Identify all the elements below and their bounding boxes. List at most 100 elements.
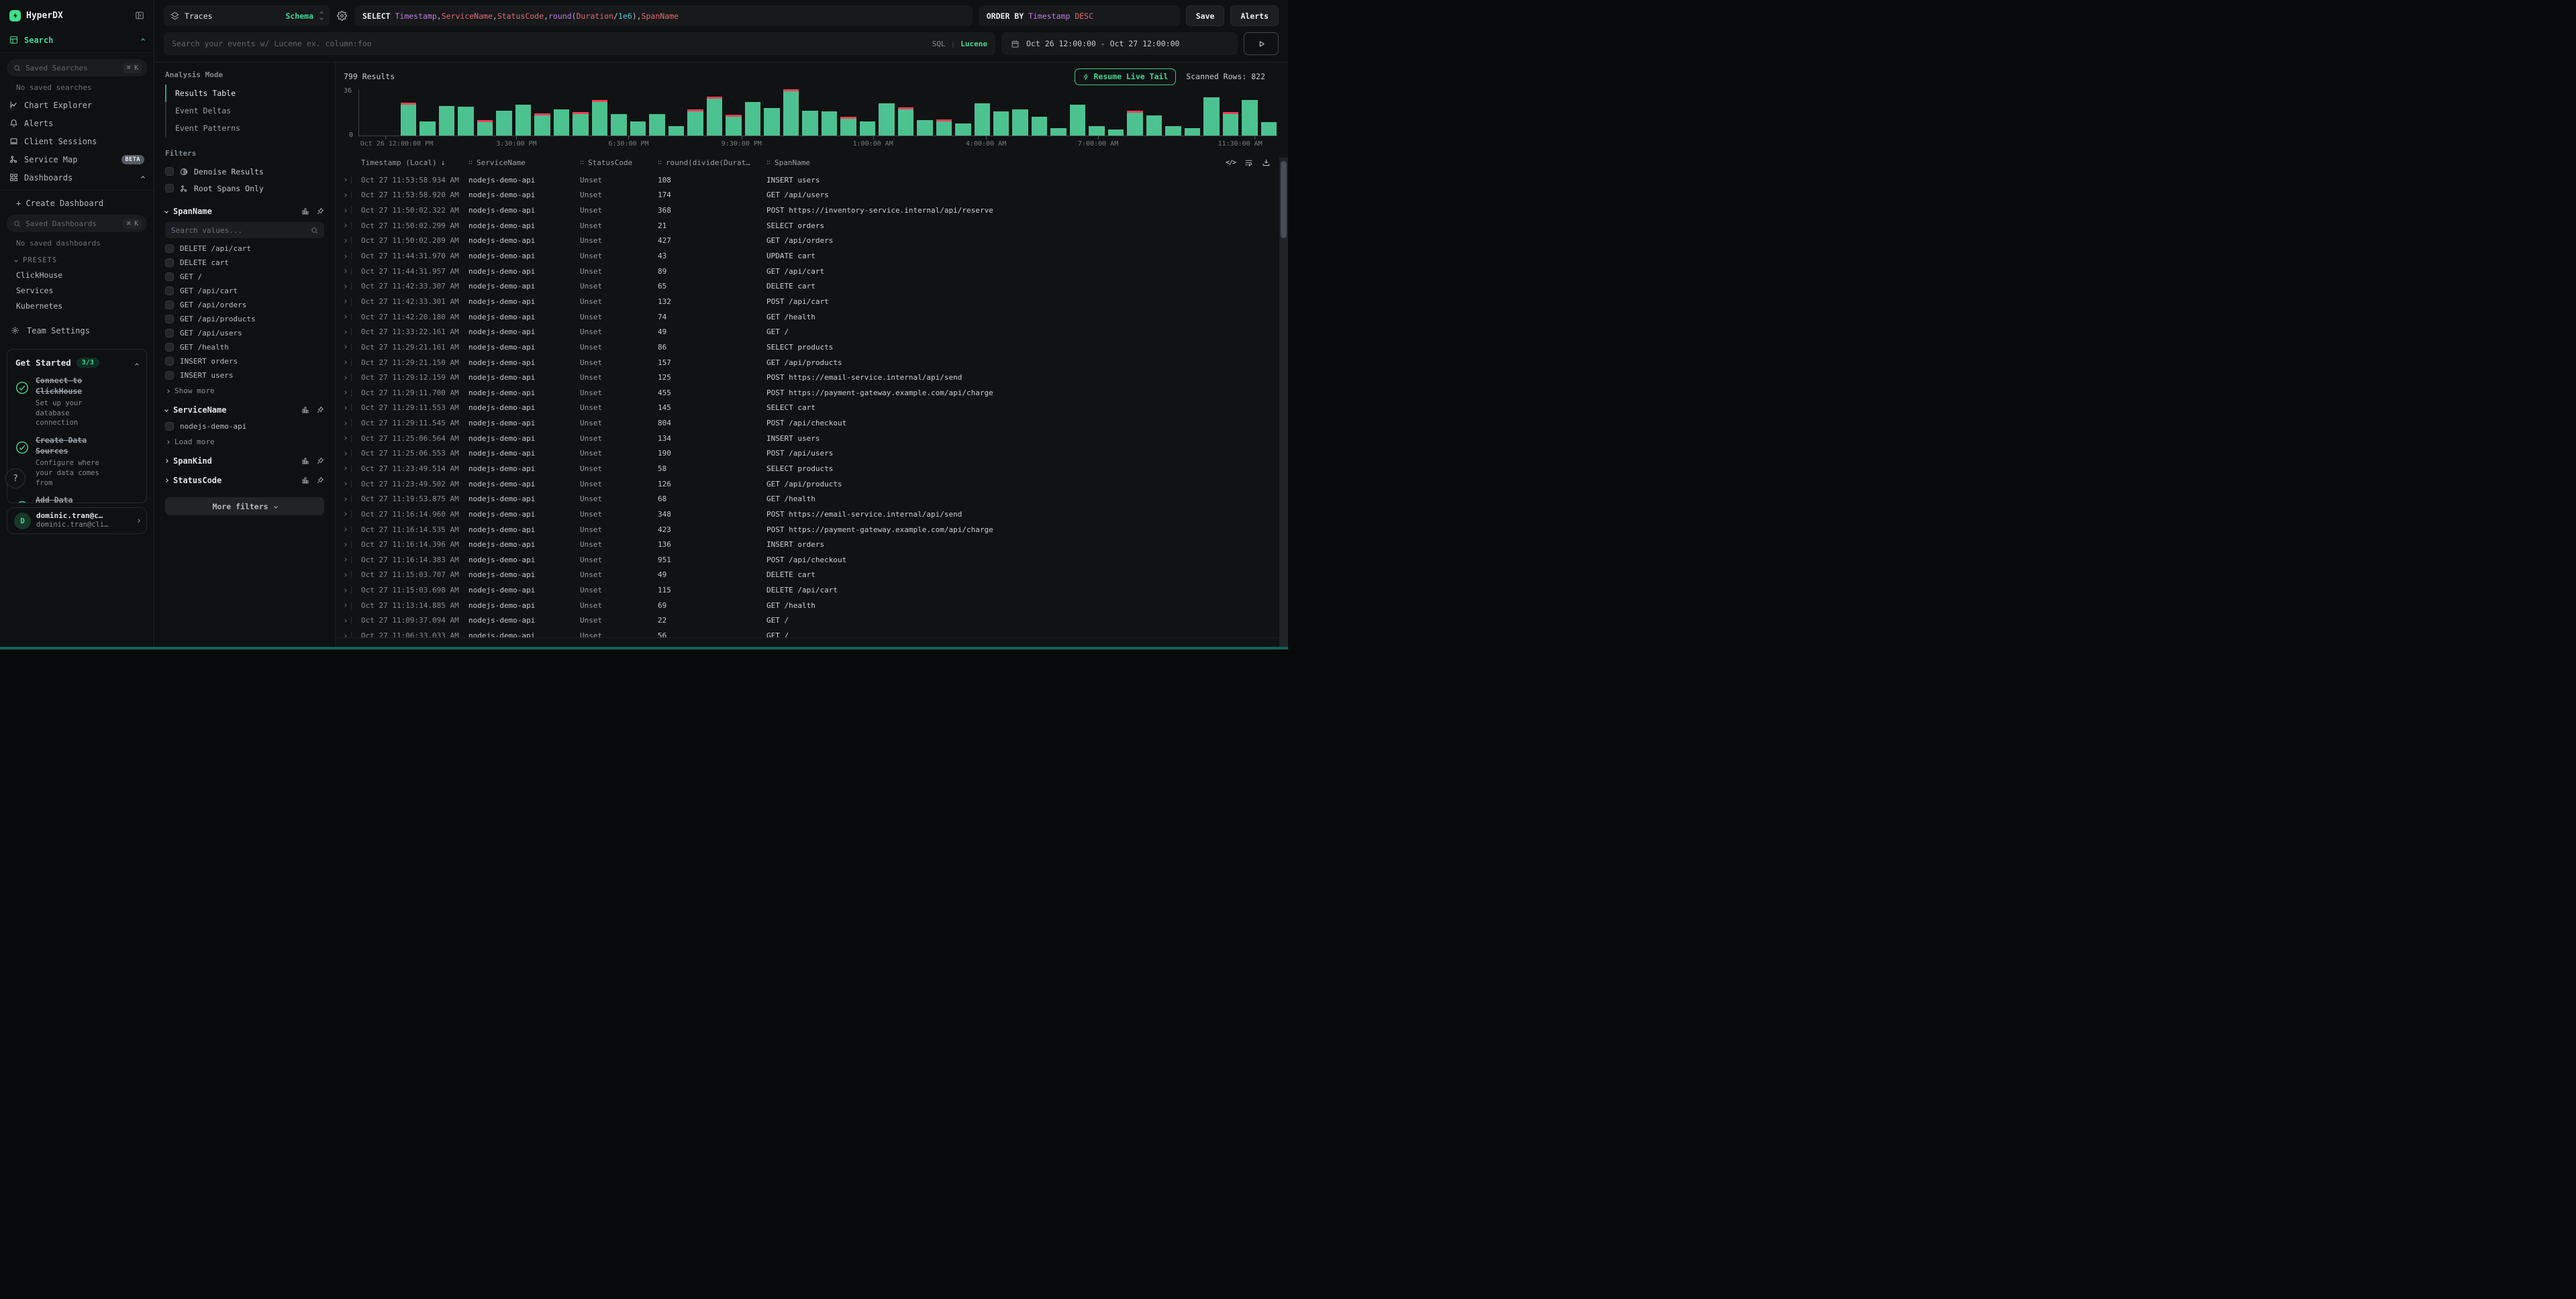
histogram-bar[interactable] — [726, 117, 741, 136]
table-row[interactable]: Oct 27 11:29:21.161 AMnodejs-demo-apiUns… — [344, 340, 1279, 355]
row-expand-icon[interactable] — [344, 191, 361, 199]
source-select[interactable]: Traces Schema — [164, 5, 330, 26]
row-expand-icon[interactable] — [344, 419, 361, 427]
lucene-mode-toggle[interactable]: Lucene — [960, 40, 987, 48]
sql-mode-toggle[interactable]: SQL — [932, 40, 946, 48]
histogram-bar[interactable] — [993, 111, 1009, 136]
column-duration[interactable]: ∷round(divide(Durat… — [658, 158, 766, 167]
table-row[interactable]: Oct 27 11:29:11.700 AMnodejs-demo-apiUns… — [344, 385, 1279, 401]
table-row[interactable]: Oct 27 11:50:02.299 AMnodejs-demo-apiUns… — [344, 218, 1279, 233]
row-expand-icon[interactable] — [344, 282, 361, 290]
servicename-group-header[interactable]: ServiceName — [165, 405, 324, 415]
analysis-mode-event-patterns[interactable]: Event Patterns — [165, 119, 324, 137]
sidebar-item-service-map[interactable]: Service Map BETA — [0, 150, 154, 168]
histogram-bar[interactable] — [1203, 97, 1219, 136]
drag-handle-icon[interactable]: ∷ — [658, 159, 662, 166]
drag-handle-icon[interactable]: ∷ — [580, 159, 584, 166]
sidebar-item-dashboards[interactable]: Dashboards — [0, 168, 154, 187]
table-row[interactable]: Oct 27 11:42:33.301 AMnodejs-demo-apiUns… — [344, 294, 1279, 309]
root-spans-toggle[interactable]: Root Spans Only — [165, 180, 324, 197]
table-row[interactable]: Oct 27 11:50:02.322 AMnodejs-demo-apiUns… — [344, 203, 1279, 218]
chart-icon[interactable] — [301, 476, 309, 484]
table-row[interactable]: Oct 27 11:16:14.535 AMnodejs-demo-apiUns… — [344, 522, 1279, 537]
filter-value-item[interactable]: GET / — [165, 270, 324, 284]
histogram-bar[interactable] — [898, 109, 913, 136]
histogram-bar[interactable] — [496, 111, 511, 136]
histogram-bar[interactable] — [840, 119, 856, 136]
checkbox[interactable] — [165, 315, 174, 323]
saved-dashboards-input[interactable]: Saved Dashboards ⌘ K — [7, 215, 147, 232]
denoise-results-toggle[interactable]: Denoise Results — [165, 163, 324, 180]
chart-icon[interactable] — [301, 207, 309, 215]
row-expand-icon[interactable] — [344, 586, 361, 594]
row-expand-icon[interactable] — [344, 465, 361, 472]
date-range-picker[interactable]: Oct 26 12:00:00 - Oct 27 12:00:00 — [1001, 32, 1238, 55]
chart-icon[interactable] — [301, 457, 309, 465]
histogram-bar[interactable] — [592, 102, 607, 136]
row-expand-icon[interactable] — [344, 237, 361, 244]
analysis-mode-event-deltas[interactable]: Event Deltas — [165, 102, 324, 119]
row-expand-icon[interactable] — [344, 359, 361, 366]
histogram-bar[interactable] — [1032, 117, 1047, 136]
row-expand-icon[interactable] — [344, 571, 361, 578]
row-expand-icon[interactable] — [344, 450, 361, 457]
pin-icon[interactable] — [316, 406, 324, 414]
table-row[interactable]: Oct 27 11:44:31.970 AMnodejs-demo-apiUns… — [344, 248, 1279, 264]
select-query-input[interactable]: SELECT Timestamp,ServiceName,StatusCode,… — [354, 5, 973, 26]
row-expand-icon[interactable] — [344, 602, 361, 609]
column-timestamp[interactable]: Timestamp (Local)↓ — [361, 158, 468, 167]
row-expand-icon[interactable] — [344, 268, 361, 275]
row-expand-icon[interactable] — [344, 511, 361, 518]
column-statuscode[interactable]: ∷StatusCode — [580, 158, 658, 167]
table-row[interactable]: Oct 27 11:15:03.707 AMnodejs-demo-apiUns… — [344, 568, 1279, 583]
histogram-bar[interactable] — [745, 102, 760, 136]
histogram-bar[interactable] — [534, 115, 550, 136]
row-expand-icon[interactable] — [344, 435, 361, 442]
resume-live-tail-button[interactable]: Resume Live Tail — [1075, 68, 1177, 85]
histogram-bar[interactable] — [917, 120, 932, 136]
table-row[interactable]: Oct 27 11:53:58.934 AMnodejs-demo-apiUns… — [344, 172, 1279, 188]
table-scrollbar[interactable] — [1279, 158, 1288, 650]
histogram-bar[interactable] — [1242, 100, 1257, 136]
row-expand-icon[interactable] — [344, 176, 361, 184]
row-expand-icon[interactable] — [344, 313, 361, 321]
checkbox[interactable] — [165, 287, 174, 295]
table-row[interactable]: Oct 27 11:16:14.960 AMnodejs-demo-apiUns… — [344, 507, 1279, 522]
histogram-bar[interactable] — [611, 114, 626, 136]
table-row[interactable]: Oct 27 11:44:31.957 AMnodejs-demo-apiUns… — [344, 264, 1279, 279]
row-expand-icon[interactable] — [344, 389, 361, 397]
row-expand-icon[interactable] — [344, 526, 361, 533]
checkbox[interactable] — [165, 301, 174, 309]
chevron-up-icon[interactable] — [136, 356, 138, 369]
pin-icon[interactable] — [316, 457, 324, 465]
row-expand-icon[interactable] — [344, 480, 361, 488]
spanname-group-header[interactable]: SpanName — [165, 207, 324, 216]
histogram-bar[interactable] — [822, 111, 837, 136]
view-code-icon[interactable]: </> — [1226, 159, 1236, 166]
get-started-item[interactable]: Create Data SourcesConfigure where your … — [15, 435, 138, 488]
filter-value-item[interactable]: nodejs-demo-api — [165, 419, 324, 433]
histogram-bar[interactable] — [1127, 113, 1142, 136]
row-expand-icon[interactable] — [344, 556, 361, 564]
get-started-item[interactable]: Connect to ClickHouseSet up your databas… — [15, 376, 138, 428]
table-row[interactable]: Oct 27 11:23:49.514 AMnodejs-demo-apiUns… — [344, 461, 1279, 476]
checkbox[interactable] — [165, 258, 174, 267]
histogram-bar[interactable] — [1089, 126, 1104, 136]
pin-icon[interactable] — [316, 476, 324, 484]
row-expand-icon[interactable] — [344, 404, 361, 411]
filter-value-item[interactable]: GET /api/cart — [165, 284, 324, 298]
histogram-bar[interactable] — [1108, 129, 1124, 136]
source-settings-gear-icon[interactable] — [336, 11, 348, 21]
histogram-bar[interactable] — [764, 108, 779, 136]
histogram-bar[interactable] — [515, 105, 531, 136]
checkbox[interactable] — [165, 343, 174, 352]
download-icon[interactable] — [1262, 158, 1271, 167]
table-row[interactable]: Oct 27 11:42:20.180 AMnodejs-demo-apiUns… — [344, 309, 1279, 325]
histogram-bar[interactable] — [1146, 115, 1162, 136]
filter-value-item[interactable]: DELETE cart — [165, 256, 324, 270]
row-expand-icon[interactable] — [344, 541, 361, 548]
sidebar-item-alerts[interactable]: Alerts — [0, 114, 154, 132]
sidebar-item-chart-explorer[interactable]: Chart Explorer — [0, 96, 154, 114]
chart-icon[interactable] — [301, 406, 309, 414]
table-row[interactable]: Oct 27 11:50:02.289 AMnodejs-demo-apiUns… — [344, 233, 1279, 249]
